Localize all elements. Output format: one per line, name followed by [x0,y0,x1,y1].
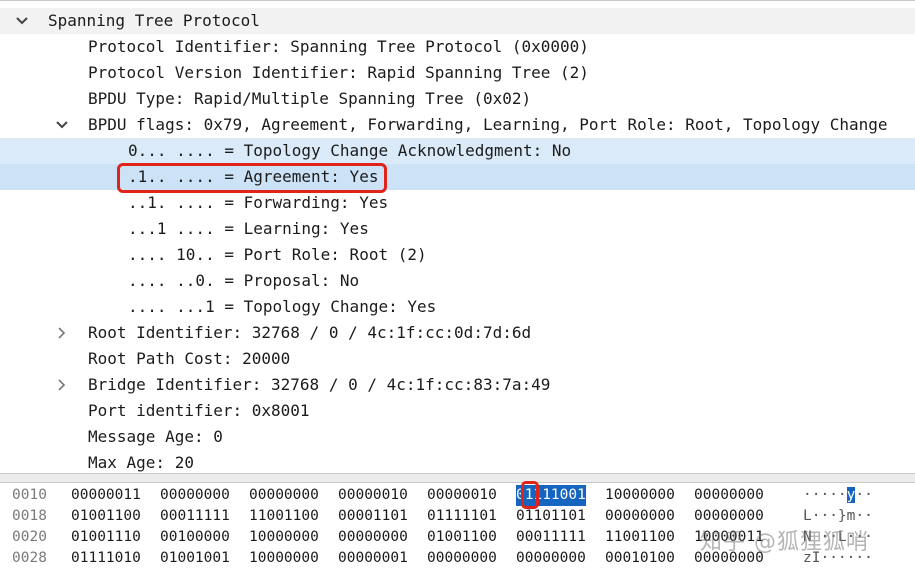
ascii-chars: L···}m·· [803,508,873,524]
tree-row[interactable]: .1.. .... = Agreement: Yes [0,164,915,190]
tree-row[interactable]: BPDU Type: Rapid/Multiple Spanning Tree … [0,86,915,112]
chevron-right-icon[interactable] [52,320,72,346]
hex-row: 0010 00000011 00000000 00000000 00000010 0000… [0,485,915,506]
tree-row-label: Spanning Tree Protocol [48,11,260,30]
tree-row-label: .... ...1 = Topology Change: Yes [128,297,437,316]
tree-row-label: .1.. .... = Agreement: Yes [128,167,379,186]
tree-row[interactable]: ...1 .... = Learning: Yes [0,216,915,242]
tree-row[interactable]: Max Age: 20 [0,450,915,474]
pane-splitter[interactable] [0,473,915,483]
hex-byte[interactable]: 10000000 [249,527,319,548]
hex-offset: 0028 [12,550,47,566]
tree-row-label: Max Age: 20 [88,453,194,472]
agreement-bit-highlight-box [521,481,539,509]
hex-byte[interactable]: 00011111 [516,527,586,548]
tree-row[interactable]: Protocol Version Identifier: Rapid Spann… [0,60,915,86]
hex-byte[interactable]: 00000000 [516,548,586,569]
tree-row[interactable]: Message Age: 0 [0,424,915,450]
tree-row[interactable]: Bridge Identifier: 32768 / 0 / 4c:1f:cc:… [0,372,915,398]
tree-row-label: .... ..0. = Proposal: No [128,271,360,290]
ascii-chars: ·· [855,487,873,503]
hex-byte[interactable]: 00000000 [605,506,675,527]
tree-row-label: ...1 .... = Learning: Yes [128,219,369,238]
hex-byte[interactable]: 00100000 [160,527,230,548]
hex-offset: 0018 [12,508,47,524]
hex-offset: 0010 [12,487,47,503]
hex-byte[interactable]: 00000000 [338,527,408,548]
tree-row-label: BPDU Type: Rapid/Multiple Spanning Tree … [88,89,532,108]
ascii-column[interactable]: ·····y·· [803,485,873,506]
hex-byte[interactable]: 00000000 [427,548,497,569]
hex-byte[interactable]: 10000000 [249,548,319,569]
hex-byte[interactable]: 00001101 [338,506,408,527]
watermark: 知乎 @狐狸狐哨 [700,530,869,555]
hex-byte[interactable]: 01001001 [160,548,230,569]
tree-row-label: Protocol Version Identifier: Rapid Spann… [88,63,589,82]
tree-row[interactable]: 0... .... = Topology Change Acknowledgme… [0,138,915,164]
tree-row[interactable]: Protocol Identifier: Spanning Tree Proto… [0,34,915,60]
hex-byte[interactable]: 00000010 [427,485,497,506]
ascii-chars: ····· [803,487,847,503]
hex-byte[interactable]: 00000010 [338,485,408,506]
chevron-down-icon[interactable] [12,8,32,34]
tree-row-label: 0... .... = Topology Change Acknowledgme… [128,141,572,160]
hex-byte[interactable]: 01101101 [516,506,586,527]
tree-row-label: Message Age: 0 [88,427,223,446]
tree-row-label: .... 10.. = Port Role: Root (2) [128,245,427,264]
chevron-down-icon[interactable] [52,112,72,138]
hex-byte[interactable]: 00000000 [694,485,764,506]
hex-byte[interactable]: 11001100 [605,527,675,548]
hex-byte[interactable]: 00000001 [338,548,408,569]
hex-byte[interactable]: 01111101 [427,506,497,527]
tree-row[interactable]: Port identifier: 0x8001 [0,398,915,424]
packet-details-tree: Spanning Tree Protocol Protocol Identifie… [0,0,915,474]
hex-byte[interactable]: 01111010 [71,548,141,569]
hex-byte[interactable]: 00000011 [71,485,141,506]
chevron-right-icon[interactable] [52,372,72,398]
tree-row-label: ..1. .... = Forwarding: Yes [128,193,389,212]
tree-row[interactable]: Spanning Tree Protocol [0,8,915,34]
hex-byte[interactable]: 01001100 [71,506,141,527]
tree-row-label: Root Path Cost: 20000 [88,349,291,368]
hex-byte[interactable]: 00010100 [605,548,675,569]
tree-row[interactable]: .... 10.. = Port Role: Root (2) [0,242,915,268]
tree-row[interactable]: .... ..0. = Proposal: No [0,268,915,294]
hex-byte[interactable]: 11001100 [249,506,319,527]
hex-byte[interactable]: 00000000 [160,485,230,506]
hex-byte[interactable]: 00011111 [160,506,230,527]
tree-row[interactable]: Root Identifier: 32768 / 0 / 4c:1f:cc:0d… [0,320,915,346]
tree-row[interactable]: Root Path Cost: 20000 [0,346,915,372]
tree-row-label: Root Identifier: 32768 / 0 / 4c:1f:cc:0d… [88,323,532,342]
tree-row-label: Bridge Identifier: 32768 / 0 / 4c:1f:cc:… [88,375,551,394]
tree-row[interactable]: BPDU flags: 0x79, Agreement, Forwarding,… [0,112,915,138]
tree-row[interactable]: ..1. .... = Forwarding: Yes [0,190,915,216]
hex-byte[interactable]: 00000000 [249,485,319,506]
hex-offset: 0020 [12,529,47,545]
tree-row[interactable]: .... ...1 = Topology Change: Yes [0,294,915,320]
tree-row-label: Protocol Identifier: Spanning Tree Proto… [88,37,589,56]
hex-byte[interactable]: 01001100 [427,527,497,548]
tree-row-label: Port identifier: 0x8001 [88,401,310,420]
hex-byte[interactable]: 01001110 [71,527,141,548]
hex-byte[interactable]: 10000000 [605,485,675,506]
tree-row-label: BPDU flags: 0x79, Agreement, Forwarding,… [88,115,888,134]
